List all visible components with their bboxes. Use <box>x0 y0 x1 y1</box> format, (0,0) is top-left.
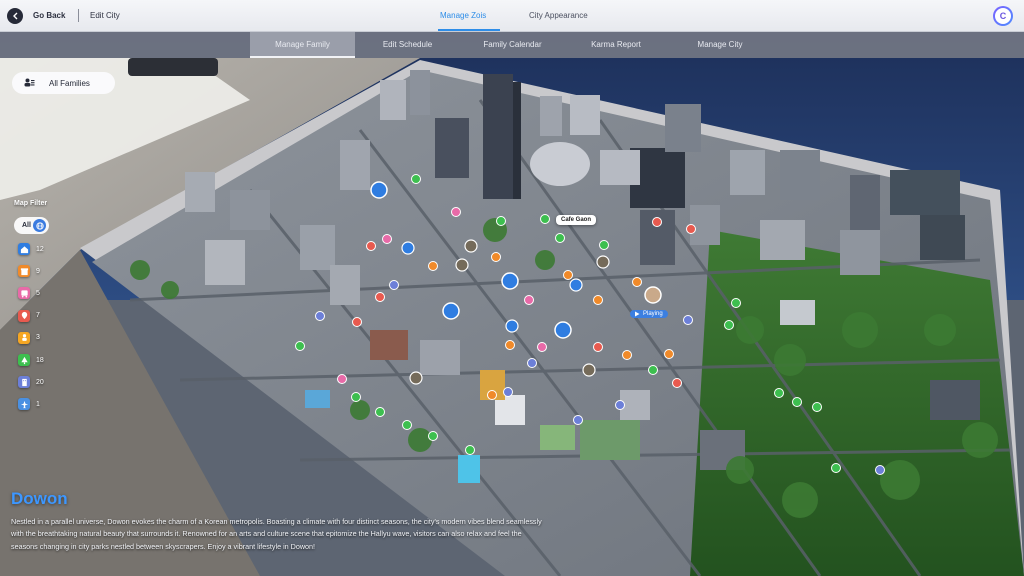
go-back-label[interactable]: Go Back <box>33 11 65 20</box>
person-marker <box>582 363 596 377</box>
filter-count: 12 <box>36 245 44 253</box>
playing-status-badge[interactable]: Playing <box>630 310 668 318</box>
subtab-karma-report[interactable]: Karma Report <box>570 32 662 58</box>
play-icon <box>635 311 640 317</box>
home-marker <box>442 302 460 320</box>
person-marker <box>596 255 610 269</box>
chevron-left-icon <box>12 12 17 20</box>
map-filter-item[interactable]: 5 <box>18 286 40 300</box>
place-label-cafe-gaon[interactable]: Cafe Gaon <box>556 215 597 225</box>
map-filter-item[interactable]: 20 <box>18 375 44 389</box>
back-button[interactable] <box>7 8 23 24</box>
tab-manage-zois[interactable]: Manage Zois <box>440 11 486 20</box>
all-families-button[interactable]: All Families <box>12 72 115 94</box>
pin-icon <box>18 309 30 322</box>
home-marker <box>501 272 519 290</box>
active-tab-indicator <box>438 29 500 31</box>
map-filter-item[interactable]: 12 <box>18 242 44 256</box>
plane-icon <box>18 398 30 411</box>
map-filter-item[interactable]: 9 <box>18 264 40 278</box>
divider <box>78 9 79 22</box>
city-description: Nestled in a parallel universe, Dowon ev… <box>11 517 542 551</box>
filter-count: 18 <box>36 356 44 364</box>
subtab-edit-schedule[interactable]: Edit Schedule <box>360 32 455 58</box>
home-marker <box>554 321 572 339</box>
clipboard-clip <box>128 58 218 76</box>
map-filter-item[interactable]: 7 <box>18 309 40 323</box>
home-marker <box>370 181 388 199</box>
tab-city-appearance[interactable]: City Appearance <box>529 11 588 20</box>
home-marker <box>505 319 519 333</box>
person-icon <box>18 331 30 344</box>
subtab-manage-city[interactable]: Manage City <box>674 32 766 58</box>
filter-count: 1 <box>36 400 40 408</box>
playing-label: Playing <box>643 311 663 317</box>
globe-icon <box>33 219 46 232</box>
edit-city-link[interactable]: Edit City <box>90 11 120 20</box>
filter-count: 7 <box>36 312 40 320</box>
home-icon <box>18 243 30 255</box>
subtab-family-calendar[interactable]: Family Calendar <box>465 32 560 58</box>
subtab-manage-family[interactable]: Manage Family <box>250 32 355 58</box>
map-filter-item[interactable]: 18 <box>18 353 44 367</box>
family-icon <box>24 78 35 89</box>
profile-initial: C <box>995 8 1011 24</box>
active-subtab-indicator <box>250 56 355 58</box>
filter-all-label: All <box>22 222 31 229</box>
filter-count: 5 <box>36 289 40 297</box>
home-marker <box>401 241 415 255</box>
home-marker <box>569 278 583 292</box>
filter-count: 20 <box>36 378 44 386</box>
city-map-view[interactable] <box>0 0 1024 576</box>
shop-icon <box>18 265 30 278</box>
person-marker <box>455 258 469 272</box>
city-name: Dowon <box>11 489 68 508</box>
filter-count: 9 <box>36 267 40 275</box>
avatar-marker <box>644 286 662 304</box>
filter-all-toggle[interactable]: All <box>14 217 49 234</box>
tree-icon <box>18 354 30 366</box>
profile-avatar[interactable]: C <box>993 6 1013 26</box>
map-filter-title: Map Filter <box>14 200 48 207</box>
sub-tab-bar: Manage Family Edit Schedule Family Calen… <box>0 32 1024 58</box>
bus-icon <box>18 287 30 300</box>
person-marker <box>464 239 478 253</box>
map-filter-item[interactable]: 3 <box>18 331 40 345</box>
map-filter-item[interactable]: 1 <box>18 397 40 411</box>
all-families-label: All Families <box>49 78 90 88</box>
building-icon <box>18 376 30 389</box>
top-bar: Go Back Edit City Manage Zois City Appea… <box>0 0 1024 32</box>
person-marker <box>409 371 423 385</box>
filter-count: 3 <box>36 334 40 342</box>
